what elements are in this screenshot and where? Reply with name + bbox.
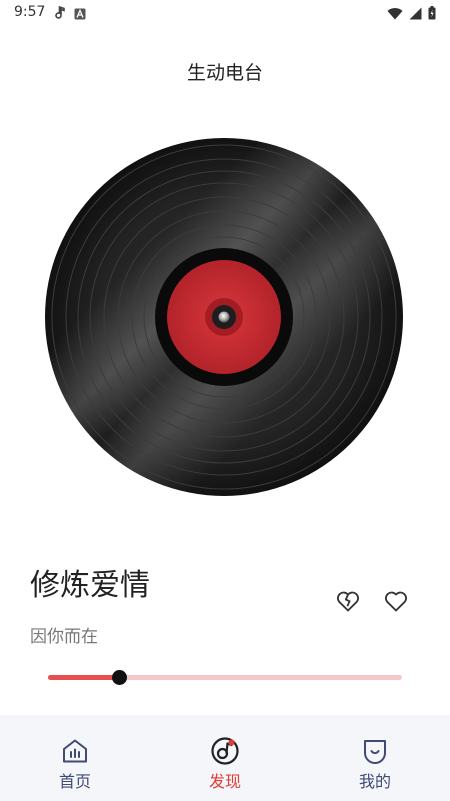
nav-label-home: 首页 [58,772,91,791]
accessibility-a-icon [74,5,86,24]
vinyl-record-icon [44,137,404,497]
progress-slider[interactable] [48,668,402,688]
progress-fill [48,675,119,680]
heart-icon [384,590,408,616]
progress-thumb[interactable] [111,670,127,685]
nav-label-mine: 我的 [358,772,391,791]
status-bar: 9:57 [0,0,450,24]
like-button[interactable] [381,588,411,618]
nav-item-home[interactable]: 首页 [0,715,150,801]
wifi-icon [387,5,403,24]
music-disc-icon [210,736,240,766]
status-time: 9:57 [14,4,46,20]
nav-item-mine[interactable]: 我的 [300,715,450,801]
page-title: 生动电台 [186,62,263,84]
song-artist: 因你而在 [30,627,98,647]
bottom-nav: 首页 发现 我的 [0,715,450,801]
nav-item-discover[interactable]: 发现 [150,715,300,801]
music-note-icon [54,5,66,24]
song-title: 修炼爱情 [30,568,150,603]
dislike-button[interactable] [333,588,363,618]
status-icons-left [54,5,86,24]
profile-icon [360,736,390,766]
home-icon [60,736,90,766]
signal-icon [409,5,422,24]
battery-icon [428,5,436,24]
nav-label-discover: 发现 [208,772,241,791]
status-icons-right [387,5,436,24]
broken-heart-icon [336,590,360,616]
